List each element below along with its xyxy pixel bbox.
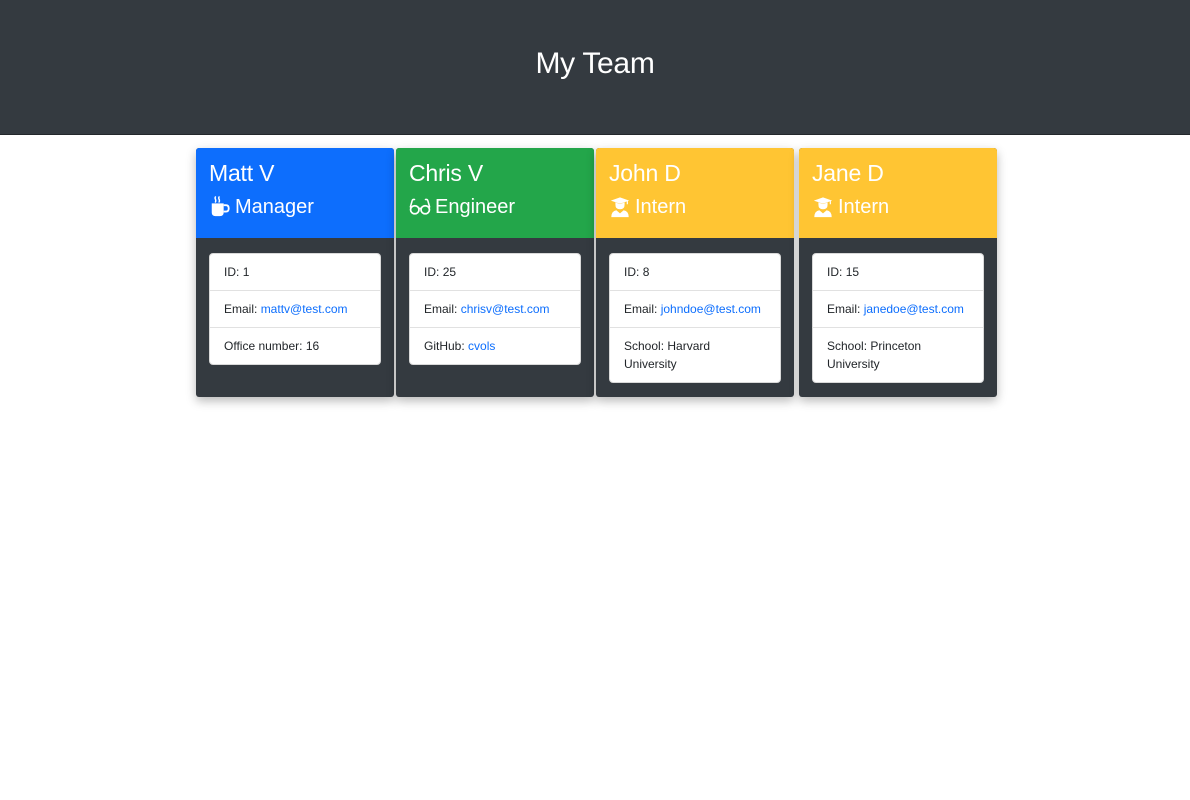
employee-role: Manager (209, 194, 381, 220)
id-value: 1 (242, 265, 250, 279)
office-number-row: Office number: 16 (210, 328, 380, 364)
id-label: ID: (624, 265, 640, 279)
id-row: ID: 15 (813, 254, 983, 291)
email-label: Email: (224, 302, 258, 316)
employee-name: Matt V (209, 160, 275, 186)
email-row: Email: chrisv@test.com (410, 291, 580, 328)
page-title: My Team (535, 47, 655, 80)
mug-icon (209, 196, 231, 218)
email-link[interactable]: johndoe@test.com (661, 302, 761, 316)
github-row: GitHub: cvols (410, 328, 580, 364)
card-body: ID: 8 Email: johndoe@test.com School: Ha… (596, 238, 794, 383)
school-label: School: (827, 339, 868, 353)
employee-name: John D (609, 160, 681, 186)
employee-card-intern: John D Intern ID: 8 Email: johndoe@test.… (596, 148, 794, 397)
email-label: Email: (624, 302, 658, 316)
email-link[interactable]: mattv@test.com (261, 302, 348, 316)
id-row: ID: 8 (610, 254, 780, 291)
id-value: 8 (642, 265, 650, 279)
office-number-label: Office number: (224, 339, 303, 353)
role-label: Manager (235, 196, 314, 218)
employee-role: Intern (812, 194, 984, 220)
info-list: ID: 25 Email: chrisv@test.com GitHub: cv… (409, 253, 581, 365)
role-label: Engineer (435, 196, 516, 218)
graduate-icon (609, 196, 631, 218)
card-body: ID: 1 Email: mattv@test.com Office numbe… (196, 238, 394, 365)
page-header: My Team (0, 0, 1190, 135)
id-label: ID: (224, 265, 240, 279)
employee-role: Intern (609, 194, 781, 220)
office-number-value: 16 (305, 339, 320, 353)
card-header: Matt V Manager (196, 148, 394, 238)
email-row: Email: janedoe@test.com (813, 291, 983, 328)
employee-name: Chris V (409, 160, 484, 186)
role-label: Intern (635, 196, 687, 218)
school-row: School: Princeton University (813, 328, 983, 382)
email-link[interactable]: chrisv@test.com (461, 302, 550, 316)
email-label: Email: (424, 302, 458, 316)
email-row: Email: johndoe@test.com (610, 291, 780, 328)
school-label: School: (624, 339, 665, 353)
card-header: Chris V Engineer (396, 148, 594, 238)
id-value: 15 (845, 265, 860, 279)
email-label: Email: (827, 302, 861, 316)
id-row: ID: 25 (410, 254, 580, 291)
id-value: 25 (442, 265, 457, 279)
id-label: ID: (424, 265, 440, 279)
employee-name: Jane D (812, 160, 884, 186)
card-body: ID: 15 Email: janedoe@test.com School: P… (799, 238, 997, 383)
employee-role: Engineer (409, 194, 581, 220)
github-label: GitHub: (424, 339, 465, 353)
info-list: ID: 1 Email: mattv@test.com Office numbe… (209, 253, 381, 365)
glasses-icon (409, 196, 431, 218)
card-body: ID: 25 Email: chrisv@test.com GitHub: cv… (396, 238, 594, 365)
email-row: Email: mattv@test.com (210, 291, 380, 328)
info-list: ID: 15 Email: janedoe@test.com School: P… (812, 253, 984, 383)
info-list: ID: 8 Email: johndoe@test.com School: Ha… (609, 253, 781, 383)
employee-card-intern: Jane D Intern ID: 15 Email: janedoe@test… (799, 148, 997, 397)
github-link[interactable]: cvols (468, 339, 495, 353)
email-link[interactable]: janedoe@test.com (864, 302, 964, 316)
employee-card-manager: Matt V Manager ID: 1 Email: mattv@test.c… (196, 148, 394, 397)
id-label: ID: (827, 265, 843, 279)
role-label: Intern (838, 196, 890, 218)
id-row: ID: 1 (210, 254, 380, 291)
school-row: School: Harvard University (610, 328, 780, 382)
graduate-icon (812, 196, 834, 218)
employee-card-engineer: Chris V Engineer ID: 25 Email: chrisv@te… (396, 148, 594, 397)
card-header: John D Intern (596, 148, 794, 238)
card-header: Jane D Intern (799, 148, 997, 238)
